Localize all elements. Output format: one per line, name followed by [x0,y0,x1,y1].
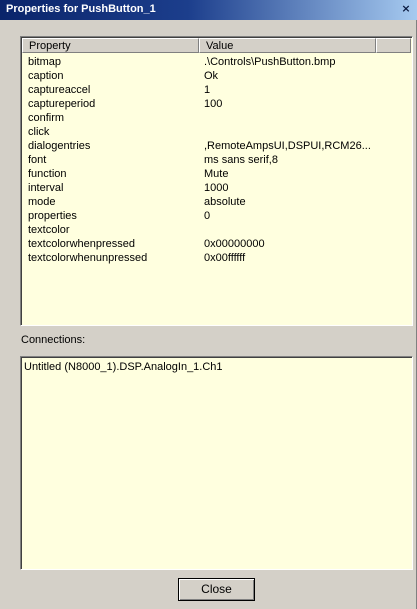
table-row[interactable]: textcolorwhenpressed 0x00000000 [22,237,411,251]
property-value[interactable]: 0x00ffffff [199,251,411,265]
property-name: bitmap [28,56,62,68]
property-name: font [28,154,47,166]
properties-dialog: Properties for PushButton_1 × Property V… [0,0,417,609]
close-button[interactable]: Close [178,578,255,601]
table-row[interactable]: font ms sans serif,8 [22,153,411,167]
column-header-property[interactable]: Property [22,38,199,53]
property-name: textcolor [28,224,70,236]
properties-rows: bitmap .\Controls\PushButton.bmp caption Ok… [22,55,411,265]
property-value[interactable]: 0x00000000 [199,237,411,251]
table-row[interactable]: function Mute [22,167,411,181]
table-row[interactable]: click [22,125,411,139]
table-row[interactable]: caption Ok [22,69,411,83]
property-name: click [28,126,50,138]
property-value[interactable]: Ok [199,69,411,83]
property-name: captureaccel [28,84,91,96]
property-name: textcolorwhenunpressed [28,252,148,264]
connections-list[interactable]: Untitled (N8000_1).DSP.AnalogIn_1.Ch1 [20,356,413,570]
connection-item[interactable]: Untitled (N8000_1).DSP.AnalogIn_1.Ch1 [24,361,223,373]
table-row[interactable]: mode absolute [22,195,411,209]
property-value[interactable]: absolute [199,195,411,209]
property-value[interactable]: Mute [199,167,411,181]
table-row[interactable]: captureaccel 1 [22,83,411,97]
connections-label: Connections: [21,334,86,346]
property-value[interactable]: .\Controls\PushButton.bmp [199,55,411,69]
property-value[interactable] [199,111,411,125]
properties-header: Property Value [22,38,411,53]
property-value[interactable]: 100 [199,97,411,111]
property-value[interactable]: 1000 [199,181,411,195]
table-row[interactable]: bitmap .\Controls\PushButton.bmp [22,55,411,69]
table-row[interactable]: confirm [22,111,411,125]
property-value[interactable]: 0 [199,209,411,223]
property-value[interactable] [199,125,411,139]
table-row[interactable]: interval 1000 [22,181,411,195]
table-row[interactable]: dialogentries ,RemoteAmpsUI,DSPUI,RCM26..… [22,139,411,153]
property-value[interactable]: ,RemoteAmpsUI,DSPUI,RCM26... [199,139,411,153]
property-name: dialogentries [28,140,91,152]
property-name: mode [28,196,56,208]
table-row[interactable]: captureperiod 100 [22,97,411,111]
column-header-filler [376,38,411,53]
table-row[interactable]: properties 0 [22,209,411,223]
title-bar[interactable]: Properties for PushButton_1 × [0,0,417,20]
property-name: textcolorwhenpressed [28,238,136,250]
window-title: Properties for PushButton_1 [6,3,156,15]
property-name: caption [28,70,64,82]
table-row[interactable]: textcolorwhenunpressed 0x00ffffff [22,251,411,265]
property-value[interactable]: 1 [199,83,411,97]
column-header-value[interactable]: Value [199,38,376,53]
property-value[interactable]: ms sans serif,8 [199,153,411,167]
table-row[interactable]: textcolor [22,223,411,237]
property-name: interval [28,182,64,194]
property-name: function [28,168,67,180]
properties-list[interactable]: Property Value bitmap .\Controls\PushButt… [20,36,413,326]
property-name: confirm [28,112,65,124]
close-icon[interactable]: × [399,2,413,16]
property-value[interactable] [199,223,411,237]
property-name: properties [28,210,77,222]
property-name: captureperiod [28,98,96,110]
